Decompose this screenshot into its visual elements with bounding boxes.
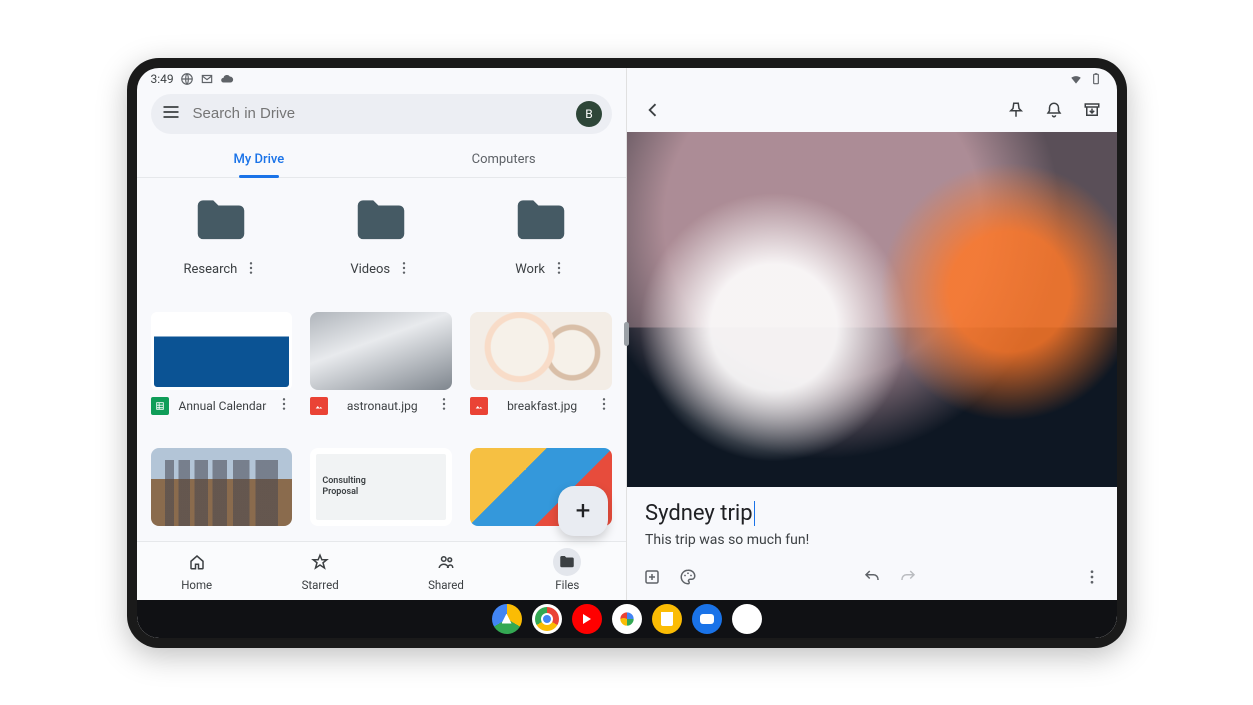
drive-tabs: My Drive Computers (137, 142, 627, 178)
search-bar[interactable]: B (151, 94, 613, 134)
more-icon[interactable] (396, 260, 412, 280)
file-item[interactable]: Annual Calendar (145, 312, 299, 430)
gmail-icon (200, 72, 214, 86)
taskbar-photos-icon[interactable] (612, 604, 642, 634)
pin-icon[interactable] (1007, 101, 1025, 123)
more-icon[interactable] (243, 260, 259, 280)
note-text[interactable]: This trip was so much fun! (645, 532, 1099, 548)
taskbar-youtube-icon[interactable] (572, 604, 602, 634)
split-view: 3:49 B My Drive Computers (137, 68, 1117, 600)
keep-header (627, 88, 1117, 132)
cloud-icon (220, 72, 234, 86)
more-icon[interactable] (596, 396, 612, 416)
folder-item[interactable]: Work (464, 190, 618, 294)
shared-icon (432, 548, 460, 576)
nav-shared[interactable]: Shared (428, 548, 464, 592)
add-content-icon[interactable] (643, 568, 661, 590)
taskbar-chrome-icon[interactable] (532, 604, 562, 634)
file-name: Annual Calendar (175, 399, 271, 413)
file-thumbnail: Consulting Proposal (310, 448, 452, 526)
file-thumbnail (151, 312, 293, 390)
more-icon[interactable] (436, 396, 452, 416)
hamburger-icon[interactable] (161, 102, 181, 126)
tab-my-drive[interactable]: My Drive (137, 142, 382, 177)
folder-item[interactable]: Research (145, 190, 299, 294)
note-body[interactable]: Sydney trip This trip was so much fun! (627, 487, 1117, 558)
status-bar-right (627, 68, 1117, 88)
folder-name: Work (515, 262, 545, 277)
nav-files[interactable]: Files (553, 548, 581, 592)
taskbar-messages-icon[interactable] (692, 604, 722, 634)
keep-toolbar (627, 558, 1117, 600)
more-icon[interactable] (276, 396, 292, 416)
globe-icon (180, 72, 194, 86)
split-divider[interactable] (624, 322, 629, 346)
keep-pane: Sydney trip This trip was so much fun! (627, 68, 1117, 600)
file-name: breakfast.jpg (494, 399, 590, 413)
drive-grid: Research Videos Work (137, 178, 627, 541)
folder-name: Videos (350, 262, 390, 277)
nav-home[interactable]: Home (181, 548, 212, 592)
back-icon[interactable] (643, 100, 663, 124)
file-item[interactable]: astronaut.jpg (304, 312, 458, 430)
file-item[interactable] (145, 448, 299, 540)
tab-computers[interactable]: Computers (381, 142, 626, 177)
note-title[interactable]: Sydney trip (645, 501, 1099, 526)
folder-icon (501, 190, 581, 252)
folder-nav-icon (553, 548, 581, 576)
wifi-icon (1069, 72, 1083, 86)
drive-pane: 3:49 B My Drive Computers (137, 68, 628, 600)
taskbar-apps-icon[interactable] (732, 604, 762, 634)
bottom-nav: Home Starred Shared Files (137, 541, 627, 600)
file-thumbnail (470, 312, 612, 390)
tablet-frame: 3:49 B My Drive Computers (127, 58, 1127, 648)
search-input[interactable] (193, 105, 565, 122)
file-item[interactable]: breakfast.jpg (464, 312, 618, 430)
fab-create[interactable]: + (558, 486, 608, 536)
status-bar-left: 3:49 (137, 68, 627, 88)
home-icon (183, 548, 211, 576)
reminder-icon[interactable] (1045, 101, 1063, 123)
file-item[interactable]: Consulting Proposal (304, 448, 458, 540)
redo-icon[interactable] (899, 568, 917, 590)
image-icon (470, 397, 488, 415)
file-thumbnail (310, 312, 452, 390)
note-image[interactable] (627, 132, 1117, 487)
taskbar (137, 600, 1117, 638)
more-icon[interactable] (551, 260, 567, 280)
undo-icon[interactable] (863, 568, 881, 590)
screen: 3:49 B My Drive Computers (137, 68, 1117, 638)
battery-icon (1089, 72, 1103, 86)
taskbar-drive-icon[interactable] (492, 604, 522, 634)
file-name: astronaut.jpg (334, 399, 430, 413)
sheets-icon (151, 397, 169, 415)
image-icon (310, 397, 328, 415)
file-thumbnail (151, 448, 293, 526)
folder-item[interactable]: Videos (304, 190, 458, 294)
avatar[interactable]: B (576, 101, 602, 127)
palette-icon[interactable] (679, 568, 697, 590)
star-icon (306, 548, 334, 576)
folder-icon (181, 190, 261, 252)
archive-icon[interactable] (1083, 101, 1101, 123)
more-icon[interactable] (1083, 568, 1101, 590)
folder-icon (341, 190, 421, 252)
folder-name: Research (184, 262, 238, 277)
nav-starred[interactable]: Starred (302, 548, 339, 592)
taskbar-keep-icon[interactable] (652, 604, 682, 634)
status-time: 3:49 (151, 72, 174, 86)
